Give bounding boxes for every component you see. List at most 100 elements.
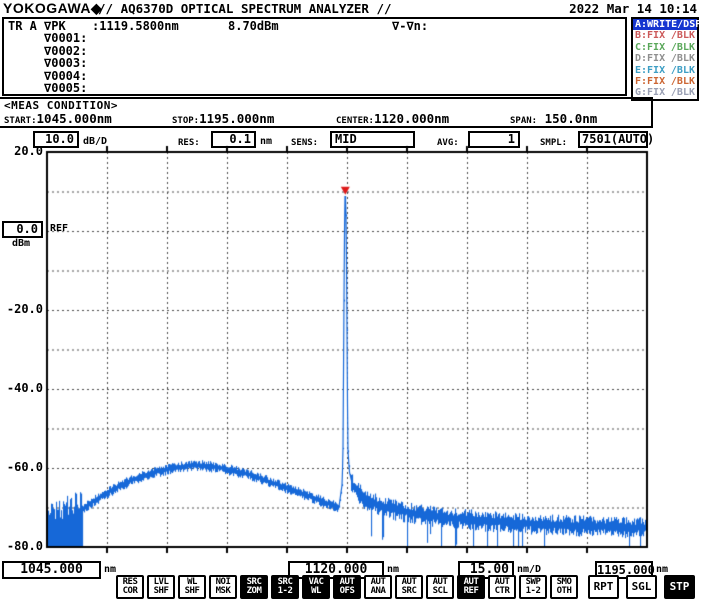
softkey-aut-ofs[interactable]: AUTOFS xyxy=(333,575,361,599)
header-bar: YOKOGAWA◆ // AQ6370D OPTICAL SPECTRUM AN… xyxy=(0,0,701,16)
trace-name: A:WRITE xyxy=(635,19,677,30)
softkey-src-1-2[interactable]: SRC1-2 xyxy=(271,575,299,599)
wavelength-per-div-unit: nm/D xyxy=(517,564,541,575)
softkey-vac-wl[interactable]: VACWL xyxy=(302,575,330,599)
trace-name: C:FIX xyxy=(635,42,665,53)
marker-type-label: ∇PK xyxy=(44,19,66,33)
center-wavelength-unit: nm xyxy=(387,564,399,575)
y-axis-tick-label: -60.0 xyxy=(1,461,43,474)
softkey-separator xyxy=(657,575,664,599)
softkey-smo-oth[interactable]: SMOOTH xyxy=(550,575,578,599)
softkey-stp[interactable]: STP xyxy=(664,575,695,599)
peak-level-value: 8.70dBm xyxy=(228,19,279,33)
softkey-line2: SRC xyxy=(397,587,421,596)
osa-screen: YOKOGAWA◆ // AQ6370D OPTICAL SPECTRUM AN… xyxy=(0,0,701,601)
meas-field-value: 150.0nm xyxy=(537,111,597,126)
start-wavelength-field[interactable]: 1045.000 xyxy=(2,561,101,579)
ref-level-field[interactable]: 0.0 xyxy=(2,221,43,238)
marker-row: ∇0001: xyxy=(44,32,625,45)
meas-condition-fields: START:1045.000nm STOP:1195.000nm CENTER:11… xyxy=(4,112,651,128)
start-wavelength-unit: nm xyxy=(104,564,116,575)
softkey-sgl[interactable]: SGL xyxy=(626,575,657,599)
active-trace-label: TR A xyxy=(8,19,37,33)
delta-marker-label: ∇-∇n: xyxy=(392,19,428,33)
meas-field-center: CENTER:1120.000nm xyxy=(336,108,449,127)
stop-wavelength-unit: nm xyxy=(656,564,668,575)
trace-row-b[interactable]: B:FIX/BLK xyxy=(633,30,697,41)
marker-info-box: TR A ∇PK :1119.5800nm 8.70dBm ∇-∇n: ∇000… xyxy=(2,17,627,96)
trace-mode: /DSP xyxy=(677,19,701,30)
meas-condition-box: <MEAS CONDITION> START:1045.000nmSTOP:11… xyxy=(0,97,653,128)
softkey-lvl-shf[interactable]: LVLSHF xyxy=(147,575,175,599)
peak-wavelength-value: :1119.5800nm xyxy=(92,19,179,33)
meas-field-label: STOP: xyxy=(172,116,199,126)
softkey-aut-ana[interactable]: AUTANA xyxy=(364,575,392,599)
marker-row: ∇0002: xyxy=(44,45,625,58)
meas-field-value: 1045.000nm xyxy=(37,111,112,126)
softkey-src-zom[interactable]: SRCZOM xyxy=(240,575,268,599)
datetime: 2022 Mar 14 10:14 xyxy=(569,1,697,16)
meas-field-label: START: xyxy=(4,116,37,126)
softkey-line2: SCL xyxy=(428,587,452,596)
trace-row-f[interactable]: F:FIX/BLK xyxy=(633,76,697,87)
trace-name: E:FIX xyxy=(635,65,665,76)
meas-field-value: 1195.000nm xyxy=(199,111,274,126)
softkey-aut-ref[interactable]: AUTREF xyxy=(457,575,485,599)
meas-field-stop: STOP:1195.000nm xyxy=(172,108,274,127)
brand-text: YOKOGAWA xyxy=(3,0,91,16)
softkey-line2: REF xyxy=(459,587,483,596)
trace-mode: /BLK xyxy=(671,87,695,98)
softkey-line2: OFS xyxy=(335,587,359,596)
marker-row: ∇0005: xyxy=(44,82,625,95)
trace-row-c[interactable]: C:FIX/BLK xyxy=(633,42,697,53)
softkey-separator xyxy=(581,575,588,599)
trace-status-box: A:WRITE/DSPB:FIX/BLKC:FIX/BLKD:FIX/BLKE:… xyxy=(631,17,699,101)
meas-field-start: START:1045.000nm xyxy=(4,108,112,127)
y-axis-tick-label: -20.0 xyxy=(1,303,43,316)
ref-level-unit: dBm xyxy=(12,238,30,249)
meas-field-label: CENTER: xyxy=(336,116,374,126)
softkey-aut-ctr[interactable]: AUTCTR xyxy=(488,575,516,599)
marker-row-list: ∇0001:∇0002:∇0003:∇0004:∇0005: xyxy=(4,32,625,95)
softkey-rpt[interactable]: RPT xyxy=(588,575,619,599)
meas-field-label: SPAN: xyxy=(510,116,537,126)
softkey-bar: RESCORLVLSHFWLSHFNOIMSKSRCZOMSRC1-2VACWL… xyxy=(116,575,695,599)
softkey-line2: ANA xyxy=(366,587,390,596)
marker-row: ∇0003: xyxy=(44,57,625,70)
trace-name: B:FIX xyxy=(635,30,665,41)
softkey-line2: MSK xyxy=(211,587,235,596)
softkey-line2: 1-2 xyxy=(521,587,545,596)
softkey-separator xyxy=(619,575,626,599)
softkey-line2: OTH xyxy=(552,587,576,596)
marker-row: ∇0004: xyxy=(44,70,625,83)
meas-field-value: 1120.000nm xyxy=(374,111,449,126)
softkey-aut-scl[interactable]: AUTSCL xyxy=(426,575,454,599)
softkey-line2: CTR xyxy=(490,587,514,596)
softkey-res-cor[interactable]: RESCOR xyxy=(116,575,144,599)
softkey-line2: 1-2 xyxy=(273,587,297,596)
meas-field-span: SPAN: 150.0nm xyxy=(510,108,597,127)
softkey-line2: SHF xyxy=(149,587,173,596)
softkey-aut-src[interactable]: AUTSRC xyxy=(395,575,423,599)
trace-name: D:FIX xyxy=(635,53,665,64)
softkey-wl-shf[interactable]: WLSHF xyxy=(178,575,206,599)
trace-row-a[interactable]: A:WRITE/DSP xyxy=(633,19,697,30)
y-axis-tick-label: -40.0 xyxy=(1,382,43,395)
trace-row-d[interactable]: D:FIX/BLK xyxy=(633,53,697,64)
softkey-swp-1-2[interactable]: SWP1-2 xyxy=(519,575,547,599)
y-axis-tick-label: 20.0 xyxy=(1,145,43,158)
ref-line-label: REF xyxy=(50,223,68,234)
softkey-noi-msk[interactable]: NOIMSK xyxy=(209,575,237,599)
trace-mode: /BLK xyxy=(671,42,695,53)
trace-mode: /BLK xyxy=(671,76,695,87)
trace-name: F:FIX xyxy=(635,76,665,87)
y-axis-tick-label: -80.0 xyxy=(1,540,43,553)
trace-row-e[interactable]: E:FIX/BLK xyxy=(633,65,697,76)
trace-mode: /BLK xyxy=(671,65,695,76)
softkey-line2: SHF xyxy=(180,587,204,596)
spectrum-plot xyxy=(45,144,650,556)
trace-mode: /BLK xyxy=(671,53,695,64)
softkey-line2: ZOM xyxy=(242,587,266,596)
peak-marker-readout: TR A ∇PK :1119.5800nm 8.70dBm ∇-∇n: xyxy=(4,19,625,32)
softkey-line2: WL xyxy=(304,587,328,596)
